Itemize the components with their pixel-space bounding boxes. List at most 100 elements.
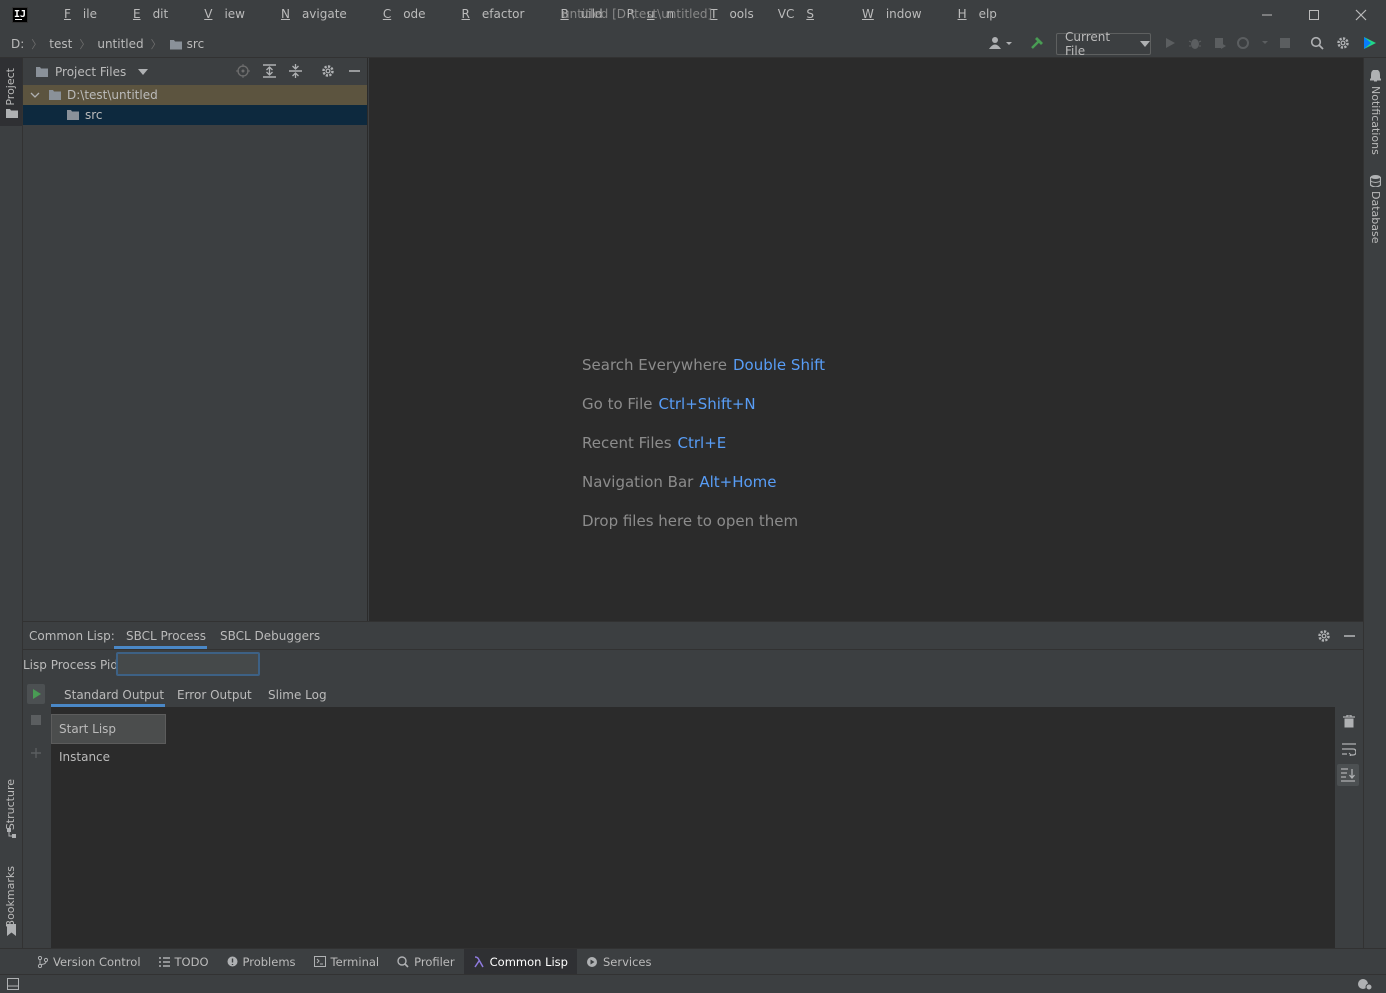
lisp-process-pid-input[interactable] [116,652,260,676]
menu-refactor[interactable]: Refactor [438,0,537,29]
tab-slime-log[interactable]: Slime Log [268,688,327,702]
gear-icon[interactable] [1317,629,1331,643]
tree-row-root[interactable]: D:\test\untitled [23,85,367,105]
tab-sbcl-debuggers[interactable]: SBCL Debuggers [220,622,320,650]
tool-tab-services[interactable]: Services [577,949,661,975]
scroll-to-end-button[interactable] [1337,764,1359,786]
breadcrumb: D: 〉 test 〉 untitled 〉 src [8,29,207,58]
stripe-tab-project[interactable]: Project [0,58,22,126]
run-configuration-select[interactable]: Current File [1056,30,1151,58]
tool-tab-label: Terminal [330,954,380,969]
list-icon [158,956,170,967]
menu-window[interactable]: Window [838,0,934,29]
tool-tab-label: TODO [174,954,209,969]
tool-tab-label: Problems [242,954,296,969]
add-icon[interactable] [31,748,41,758]
soft-wrap-icon[interactable] [1342,743,1356,756]
folder-icon [49,90,61,100]
profiler-icon [397,955,409,968]
tool-tab-common-lisp[interactable]: Common Lisp [463,948,577,975]
close-button[interactable] [1338,0,1384,29]
run-button[interactable] [1158,31,1182,55]
menu-code[interactable]: Code [359,0,438,29]
tree-item-label: D:\test\untitled [67,88,158,102]
editor-empty-area[interactable]: Search Everywhere Double Shift Go to File… [369,58,1363,621]
close-icon [1355,9,1367,20]
user-icon [989,37,1012,49]
start-lisp-button[interactable] [27,684,45,704]
chevron-down-icon [1140,41,1150,47]
hint-navigation-bar: Navigation Bar Alt+Home [582,473,777,491]
bookmark-icon [7,924,16,936]
run-icon [1166,38,1175,48]
menu-view[interactable]: View [180,0,257,29]
tree-row-src[interactable]: src [23,105,367,125]
standard-output-console[interactable] [51,707,1335,948]
left-tool-stripe: Project Structure Bookmarks [0,58,23,948]
hint-go-to-file: Go to File Ctrl+Shift+N [582,395,756,413]
breadcrumb-test[interactable]: test [46,37,75,51]
breadcrumb-src[interactable]: src [166,37,208,51]
build-button[interactable] [1025,31,1049,55]
tool-window-header: Common Lisp: SBCL Process SBCL Debuggers [23,622,1363,650]
minimize-button[interactable] [1244,0,1290,29]
scroll-to-end-icon [1341,768,1355,782]
stop-button[interactable] [1273,31,1297,55]
menu-file[interactable]: File [40,0,109,29]
tool-window-title: Common Lisp: [29,629,115,643]
gear-icon[interactable] [321,64,335,78]
coverage-button[interactable] [1208,31,1232,55]
stripe-tab-notifications[interactable]: Notifications [1364,66,1386,156]
tool-tab-version-control[interactable]: Version Control [28,949,150,975]
tool-tab-label: Version Control [53,954,141,969]
account-button[interactable] [985,31,1015,55]
window-title: untitled [D:\test\untitled] [562,7,713,21]
collapse-all-icon[interactable] [289,64,302,78]
stripe-tab-database[interactable]: Database [1364,173,1386,244]
menu-help[interactable]: Help [934,0,1009,29]
profile-button[interactable] [1233,31,1273,55]
stripe-tab-notifications-label: Notifications [1369,86,1382,155]
bottom-tool-stripe: Version Control TODO Problems Terminal P… [0,948,1386,975]
project-panel: Project Files D:\test\untitled src [23,58,368,621]
tool-tab-profiler[interactable]: Profiler [388,949,464,975]
maximize-button[interactable] [1291,0,1337,29]
project-view-selector[interactable]: Project Files [55,65,126,79]
expand-all-icon[interactable] [263,64,276,78]
breadcrumb-drive[interactable]: D: [8,37,27,51]
folder-icon [36,66,48,77]
tab-standard-output[interactable]: Standard Output [64,688,164,702]
lambda-icon [474,955,484,967]
stop-icon[interactable] [31,715,41,725]
gear-icon [1337,37,1349,49]
title-bar: IJ File Edit View Navigate Code Refactor… [0,0,1386,29]
breadcrumb-untitled[interactable]: untitled [94,37,146,51]
chevron-down-icon[interactable] [138,68,149,75]
stripe-tab-structure[interactable]: Structure [0,773,22,843]
search-everywhere-button[interactable] [1305,31,1329,55]
menu-navigate[interactable]: Navigate [257,0,359,29]
stripe-tab-bookmarks[interactable]: Bookmarks [0,858,22,940]
tool-tab-problems[interactable]: Problems [218,949,305,975]
tool-tab-todo[interactable]: TODO [150,949,218,975]
toggle-tool-windows-icon[interactable] [7,978,19,990]
stripe-tab-project-label: Project [4,68,17,106]
menu-vcs[interactable]: VC S [766,0,838,29]
lisp-process-pid-label: Lisp Process Pid: [23,658,123,672]
app-logo: IJ [12,7,28,23]
tree-item-label: src [85,108,103,122]
hide-panel-icon[interactable] [1343,629,1356,643]
debug-button[interactable] [1183,31,1207,55]
tool-tab-terminal[interactable]: Terminal [305,949,389,975]
trash-icon[interactable] [1343,715,1355,728]
inspector-icon[interactable] [1357,977,1373,991]
active-tab-indicator [114,646,207,649]
settings-button[interactable] [1331,31,1355,55]
jetbrains-ai-button[interactable] [1358,31,1382,55]
services-icon [586,956,597,967]
chevron-down-icon[interactable] [30,90,40,100]
locate-icon[interactable] [236,64,250,78]
tab-error-output[interactable]: Error Output [177,688,252,702]
hide-panel-icon[interactable] [348,64,361,78]
menu-edit[interactable]: Edit [109,0,180,29]
